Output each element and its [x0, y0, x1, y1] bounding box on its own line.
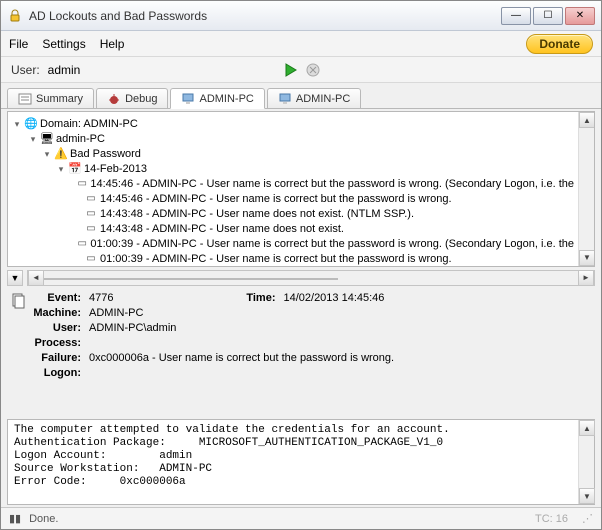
user-row: User: admin	[1, 57, 601, 83]
tab-label: ADMIN-PC	[296, 93, 350, 105]
app-window: AD Lockouts and Bad Passwords — ☐ ✕ File…	[0, 0, 602, 530]
minimize-button[interactable]: —	[501, 7, 531, 25]
summary-icon	[18, 92, 32, 106]
tree-event-row[interactable]: ▭01:00:39 - ADMIN-PC - User name is corr…	[12, 251, 574, 266]
tree-event-row[interactable]: ▭14:45:46 - ADMIN-PC - User name is corr…	[12, 191, 574, 206]
tab-bar: Summary Debug ADMIN-PC ADMIN-PC	[1, 83, 601, 109]
donate-button[interactable]: Donate	[526, 34, 593, 54]
copy-icon[interactable]	[10, 293, 26, 417]
titlebar[interactable]: AD Lockouts and Bad Passwords — ☐ ✕	[1, 1, 601, 31]
tab-label: Debug	[125, 93, 157, 105]
failure-value: 0xc000006a - User name is correct but th…	[89, 351, 394, 366]
user-value: ADMIN-PC\admin	[89, 321, 176, 336]
tab-adminpc-1[interactable]: ADMIN-PC	[170, 88, 264, 109]
menu-help[interactable]: Help	[100, 37, 125, 51]
tab-adminpc-2[interactable]: ADMIN-PC	[267, 88, 361, 108]
warning-icon: ⚠️	[54, 147, 68, 161]
tab-debug[interactable]: Debug	[96, 88, 168, 108]
user-value: admin	[48, 63, 168, 77]
play-icon[interactable]	[284, 63, 298, 77]
scroll-left-icon[interactable]: ◄	[28, 270, 44, 286]
document-icon: ▭	[84, 192, 98, 206]
globe-icon: 🌐	[24, 117, 38, 131]
tree-node-date[interactable]: ▾📅14-Feb-2013	[12, 161, 574, 176]
maximize-button[interactable]: ☐	[533, 7, 563, 25]
bug-icon	[107, 92, 121, 106]
tree-event-row[interactable]: ▭14:45:46 - ADMIN-PC - User name is corr…	[12, 176, 574, 191]
close-button[interactable]: ✕	[565, 7, 595, 25]
tree-node-domain[interactable]: ▾🌐Domain: ADMIN-PC	[12, 116, 574, 131]
raw-log-pane: The computer attempted to validate the c…	[7, 419, 595, 505]
machine-label: Machine:	[29, 306, 89, 321]
window-title: AD Lockouts and Bad Passwords	[29, 9, 501, 23]
computer-icon	[181, 92, 195, 106]
menu-settings[interactable]: Settings	[42, 37, 85, 51]
scroll-down-icon[interactable]: ▼	[579, 250, 595, 266]
process-label: Process:	[29, 336, 89, 351]
user-label: User:	[11, 63, 40, 77]
logon-label: Logon:	[29, 366, 89, 381]
resize-grip-icon[interactable]: ⋰	[582, 512, 593, 525]
document-icon: ▭	[76, 177, 88, 191]
document-icon: ▭	[84, 207, 98, 221]
document-icon: ▭	[84, 222, 98, 236]
computer-icon	[278, 92, 292, 106]
calendar-icon: 📅	[68, 162, 82, 176]
tab-label: Summary	[36, 93, 83, 105]
tree-vscrollbar[interactable]: ▲ ▼	[578, 112, 594, 266]
tab-summary[interactable]: Summary	[7, 88, 94, 108]
document-icon: ▭	[76, 237, 88, 251]
log-vscrollbar[interactable]: ▲ ▼	[578, 420, 594, 504]
computer-icon: 🖥	[40, 132, 54, 146]
tree-event-row[interactable]: ▭14:43:48 - ADMIN-PC - User name does no…	[12, 206, 574, 221]
pane-menu-button[interactable]: ▼	[7, 270, 23, 286]
scroll-up-icon[interactable]: ▲	[579, 112, 595, 128]
tab-label: ADMIN-PC	[199, 93, 253, 105]
user-label: User:	[29, 321, 89, 336]
tree-event-row[interactable]: ▭14:43:48 - ADMIN-PC - User name does no…	[12, 221, 574, 236]
menu-bar: File Settings Help Donate	[1, 31, 601, 57]
document-icon: ▭	[84, 252, 98, 266]
app-lock-icon	[7, 8, 23, 24]
time-label: Time:	[233, 291, 283, 306]
machine-value: ADMIN-PC	[89, 306, 143, 321]
tree-node-reason[interactable]: ▾⚠️Bad Password	[12, 146, 574, 161]
scroll-right-icon[interactable]: ►	[578, 270, 594, 286]
pause-icon[interactable]: ▮▮	[9, 512, 21, 525]
raw-log-text[interactable]: The computer attempted to validate the c…	[8, 420, 578, 504]
event-tree[interactable]: ▾🌐Domain: ADMIN-PC ▾🖥admin-PC ▾⚠️Bad Pas…	[8, 112, 578, 266]
tree-node-host[interactable]: ▾🖥admin-PC	[12, 131, 574, 146]
menu-file[interactable]: File	[9, 37, 28, 51]
stop-icon[interactable]	[306, 63, 320, 77]
scroll-thumb[interactable]	[44, 278, 338, 280]
scroll-down-icon[interactable]: ▼	[579, 488, 595, 504]
event-label: Event:	[29, 291, 89, 306]
status-bar: ▮▮ Done. TC: 16 ⋰	[1, 507, 601, 529]
time-value: 14/02/2013 14:45:46	[283, 291, 384, 306]
tree-hscrollbar[interactable]: ◄ ►	[27, 270, 595, 286]
event-value: 4776	[89, 291, 113, 306]
scroll-up-icon[interactable]: ▲	[579, 420, 595, 436]
failure-label: Failure:	[29, 351, 89, 366]
status-text: Done.	[29, 513, 58, 525]
tree-pane: ▾🌐Domain: ADMIN-PC ▾🖥admin-PC ▾⚠️Bad Pas…	[7, 111, 595, 267]
detail-pane: Event: 4776 Time: 14/02/2013 14:45:46 Ma…	[7, 289, 595, 417]
status-tc: TC: 16	[535, 513, 568, 525]
tree-event-row[interactable]: ▭01:00:39 - ADMIN-PC - User name is corr…	[12, 236, 574, 251]
